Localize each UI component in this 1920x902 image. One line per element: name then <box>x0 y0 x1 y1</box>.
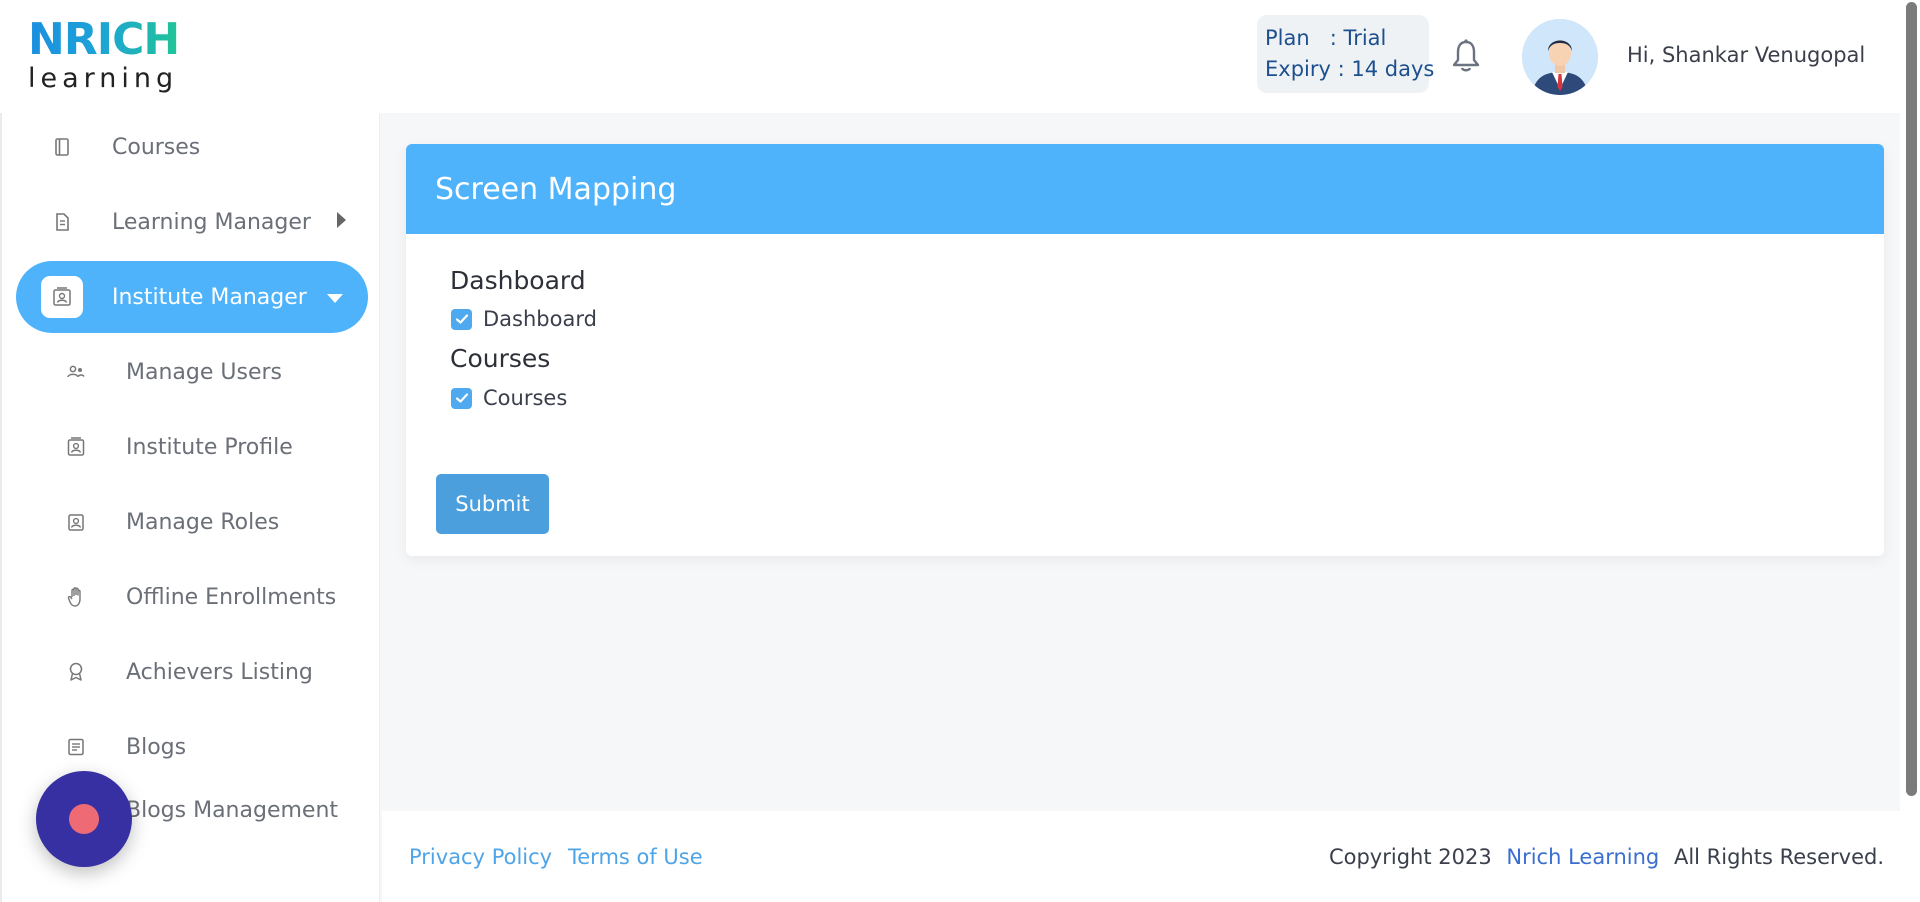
users-icon <box>64 360 88 384</box>
id-card-icon <box>41 276 83 318</box>
scrollbar-thumb[interactable] <box>1906 2 1917 796</box>
sidebar-item-label: Achievers Listing <box>126 659 313 685</box>
sidebar-item-label: Manage Users <box>126 359 282 385</box>
page-scrollbar[interactable] <box>1900 0 1920 902</box>
submit-button[interactable]: Submit <box>436 474 549 534</box>
sidebar-item-blogs[interactable]: Blogs <box>2 717 379 777</box>
sidebar-item-label: Manage Roles <box>126 509 280 535</box>
top-header: NRICH learning Plan : Trial Expiry : 14 … <box>0 0 1900 113</box>
sidebar-item-institute-manager[interactable]: Institute Manager <box>16 261 368 333</box>
dashboard-checkbox-row[interactable]: Dashboard <box>451 307 597 331</box>
sidebar-item-label: Institute Manager <box>112 284 307 310</box>
card-title: Screen Mapping <box>406 144 1884 234</box>
checkbox-checked-icon[interactable] <box>451 308 472 330</box>
sidebar-item-label: Institute Profile <box>126 434 293 460</box>
screen-mapping-card: Screen Mapping Dashboard Dashboard Cours… <box>406 144 1884 556</box>
courses-checkbox-row[interactable]: Courses <box>451 386 567 410</box>
floating-action-button[interactable] <box>36 771 132 867</box>
copyright-suffix: All Rights Reserved. <box>1673 845 1884 869</box>
sidebar-item-label: Blogs Management <box>126 797 339 823</box>
sidebar-item-manage-roles[interactable]: Manage Roles <box>2 492 379 552</box>
footer: Privacy Policy Terms of Use Copyright 20… <box>382 811 1900 902</box>
sidebar-item-label: Offline Enrollments <box>126 584 337 610</box>
plan-info-badge: Plan : Trial Expiry : 14 days <box>1257 15 1435 93</box>
nrich-logo[interactable]: NRICH learning <box>28 18 188 94</box>
sidebar-item-courses[interactable]: Courses <box>2 117 379 177</box>
brand-link[interactable]: Nrich Learning <box>1506 845 1659 869</box>
checkbox-checked-icon[interactable] <box>451 387 472 409</box>
document-icon <box>50 210 74 234</box>
group-title-courses: Courses <box>450 344 551 373</box>
copyright-text: Copyright 2023 Nrich Learning All Rights… <box>1329 845 1884 869</box>
user-avatar[interactable] <box>1522 19 1598 95</box>
copyright-prefix: Copyright 2023 <box>1328 845 1492 869</box>
sidebar-item-manage-users[interactable]: Manage Users <box>2 342 379 402</box>
sidebar-item-learning-manager[interactable]: Learning Manager <box>2 192 379 252</box>
user-greeting[interactable]: Hi, Shankar Venugopal <box>1627 43 1865 67</box>
chevron-down-icon <box>326 285 344 310</box>
plan-label: Plan : Trial <box>1265 26 1387 50</box>
hand-icon <box>64 585 88 609</box>
book-icon <box>50 135 74 159</box>
record-dot-icon <box>69 804 99 834</box>
role-icon <box>64 510 88 534</box>
blog-icon <box>64 735 88 759</box>
sidebar-item-label: Blogs <box>126 734 187 760</box>
privacy-policy-link[interactable]: Privacy Policy <box>409 845 552 869</box>
expiry-label: Expiry : 14 days <box>1265 57 1435 81</box>
logo-wordmark: NRICH <box>28 18 188 62</box>
group-title-dashboard: Dashboard <box>450 266 586 295</box>
dashboard-checkbox-label: Dashboard <box>483 307 597 331</box>
award-icon <box>64 660 88 684</box>
sidebar-item-label: Courses <box>112 134 201 160</box>
logo-subtext: learning <box>28 63 179 94</box>
sidebar-item-institute-profile[interactable]: Institute Profile <box>2 417 379 477</box>
courses-checkbox-label: Courses <box>483 386 568 410</box>
terms-of-use-link[interactable]: Terms of Use <box>568 845 703 869</box>
sidebar-item-offline-enrollments[interactable]: Offline Enrollments <box>2 567 379 627</box>
sidebar-item-achievers-listing[interactable]: Achievers Listing <box>2 642 379 702</box>
chevron-right-icon <box>335 210 347 235</box>
profile-icon <box>64 435 88 459</box>
sidebar-item-label: Learning Manager <box>112 209 311 235</box>
bell-icon[interactable] <box>1450 38 1482 74</box>
